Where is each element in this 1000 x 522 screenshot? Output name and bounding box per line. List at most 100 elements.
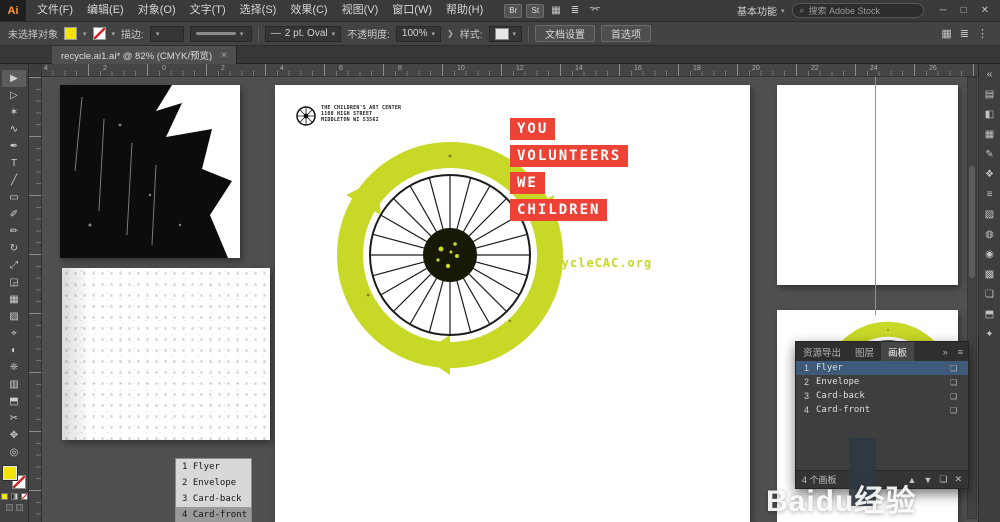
align-panel-icon[interactable]: ≣ <box>960 27 969 40</box>
vertical-ruler[interactable] <box>29 77 42 522</box>
color-guide-panel-icon[interactable]: ◧ <box>981 106 999 123</box>
libraries-panel-icon[interactable]: ✦ <box>981 326 999 343</box>
zoom-tool[interactable]: ◎ <box>2 444 26 461</box>
brush-definition-dropdown[interactable]: ▾ <box>190 26 252 42</box>
transparency-panel-icon[interactable]: ◍ <box>981 226 999 243</box>
eyedropper-tool[interactable]: ⌖ <box>2 325 26 342</box>
symbol-sprayer-tool[interactable]: ❈ <box>2 359 26 376</box>
delete-artboard-icon[interactable]: ✕ <box>954 474 962 485</box>
control-panel-menu-icon[interactable]: ⋮ <box>977 27 988 40</box>
gradient-tool[interactable]: ▨ <box>2 308 26 325</box>
slice-tool[interactable]: ✂ <box>2 410 26 427</box>
grunge-artwork[interactable] <box>60 85 240 258</box>
artboard-option-card-back[interactable]: 3 Card-back <box>176 491 251 507</box>
horizontal-ruler[interactable]: 42 02 46 810 1214 1618 2022 2426 <box>29 64 978 77</box>
label-volunteers[interactable]: VOLUNTEERS <box>510 145 628 167</box>
artboard-row-envelope[interactable]: 2 Envelope ❏ <box>796 375 968 389</box>
move-down-icon[interactable]: ▼ <box>923 475 932 485</box>
rectangle-tool[interactable]: ▭ <box>2 189 26 206</box>
artboard-flyer[interactable]: THE CHILDREN'S ART CENTER 1108 HIGH STRE… <box>275 85 750 522</box>
preferences-button[interactable]: 首选项 <box>601 25 651 42</box>
magic-wand-tool[interactable]: ✶ <box>2 104 26 121</box>
artboard-card-front[interactable] <box>777 85 958 285</box>
fill-dropdown-icon[interactable]: ▾ <box>83 30 87 38</box>
layers-panel-icon[interactable]: ❏ <box>981 286 999 303</box>
menu-select[interactable]: 选择(S) <box>233 0 284 21</box>
bridge-button[interactable]: Br <box>504 4 522 18</box>
pencil-tool[interactable]: ✏ <box>2 223 26 240</box>
tab-close-icon[interactable]: × <box>221 50 227 61</box>
artboards-panel-icon[interactable]: ⬒ <box>981 306 999 323</box>
color-panel-icon[interactable]: ▤ <box>981 86 999 103</box>
menu-help[interactable]: 帮助(H) <box>439 0 490 21</box>
draw-mode-button[interactable] <box>6 504 13 511</box>
selection-tool[interactable]: ▶ <box>2 70 26 87</box>
tab-layers[interactable]: 图层 <box>848 342 881 361</box>
label-you[interactable]: YOU <box>510 118 555 140</box>
menu-view[interactable]: 视图(V) <box>335 0 386 21</box>
share-icon[interactable]: ⌤ <box>586 5 604 16</box>
scrollbar-thumb[interactable] <box>969 166 975 278</box>
menu-edit[interactable]: 编辑(E) <box>80 0 131 21</box>
artboard-icon[interactable]: ❏ <box>950 406 968 415</box>
screen-mode-button[interactable] <box>16 504 23 511</box>
line-segment-tool[interactable]: ╱ <box>2 172 26 189</box>
artboard-row-card-back[interactable]: 3 Card-back ❏ <box>796 389 968 403</box>
toolbar-fill-swatch[interactable] <box>3 466 17 480</box>
lasso-tool[interactable]: ∿ <box>2 121 26 138</box>
panel-collapse-icon[interactable]: » <box>938 342 953 361</box>
artboard-tool[interactable]: ⬒ <box>2 393 26 410</box>
gradient-mode-button[interactable] <box>11 493 18 500</box>
tab-artboards[interactable]: 画板 <box>881 342 914 361</box>
variable-width-profile-dropdown[interactable]: — 2 pt. Oval ▾ <box>265 26 341 42</box>
artboard-icon[interactable]: ❏ <box>950 364 968 373</box>
menu-object[interactable]: 对象(O) <box>131 0 183 21</box>
ruler-corner[interactable] <box>29 64 42 77</box>
arrange-documents-icon[interactable]: ▦ <box>548 5 563 16</box>
artboard-card-back[interactable] <box>60 85 240 258</box>
restore-button[interactable]: □ <box>954 0 974 21</box>
document-tab[interactable]: recycle.ai1.ai* @ 82% (CMYK/预览) × <box>52 46 237 64</box>
panel-menu-icon[interactable]: ≡ <box>953 342 968 361</box>
workspace-switcher[interactable]: 基本功能 ▾ <box>737 3 785 18</box>
opacity-panel-chevron[interactable]: ❯ <box>447 29 454 38</box>
menu-type[interactable]: 文字(T) <box>183 0 233 21</box>
appearance-panel-icon[interactable]: ◉ <box>981 246 999 263</box>
artboard-row-flyer[interactable]: 1 Flyer ❏ <box>796 361 968 375</box>
hand-tool[interactable]: ✥ <box>2 427 26 444</box>
adobe-stock-search-input[interactable]: ⌕ 搜索 Adobe Stock <box>792 3 924 18</box>
menu-file[interactable]: 文件(F) <box>30 0 80 21</box>
minimize-button[interactable]: ─ <box>932 0 953 21</box>
blend-tool[interactable]: ◐ <box>2 342 26 359</box>
stroke-color-swatch[interactable] <box>93 27 106 40</box>
symbols-panel-icon[interactable]: ❖ <box>981 166 999 183</box>
direct-selection-tool[interactable]: ▷ <box>2 87 26 104</box>
stepper-dropdown-icon[interactable]: ▾ <box>156 30 160 38</box>
artboard-option-flyer[interactable]: 1 Flyer <box>176 459 251 475</box>
label-we[interactable]: WE <box>510 172 545 194</box>
fill-color-swatch[interactable] <box>64 27 77 40</box>
center-logo[interactable]: THE CHILDREN'S ART CENTER 1108 HIGH STRE… <box>295 105 401 127</box>
graphic-style-dropdown[interactable]: ▾ <box>489 26 523 42</box>
artboard-row-card-front[interactable]: 4 Card-front ❏ <box>796 403 968 417</box>
new-artboard-icon[interactable]: ❏ <box>939 474 947 485</box>
tab-asset-export[interactable]: 资源导出 <box>796 342 848 361</box>
shape-builder-tool[interactable]: ◲ <box>2 274 26 291</box>
stroke-dropdown-icon[interactable]: ▾ <box>112 30 116 38</box>
scale-tool[interactable]: ⤢ <box>2 257 26 274</box>
label-children[interactable]: CHILDREN <box>510 199 607 221</box>
artboard-icon[interactable]: ❏ <box>950 392 968 401</box>
artboard-envelope[interactable] <box>62 268 270 440</box>
menu-effect[interactable]: 效果(C) <box>283 0 334 21</box>
column-graph-tool[interactable]: ▥ <box>2 376 26 393</box>
pen-tool[interactable]: ✒ <box>2 138 26 155</box>
rotate-tool[interactable]: ↻ <box>2 240 26 257</box>
artboard-option-card-front[interactable]: 4 Card-front <box>176 507 251 522</box>
stock-button[interactable]: St <box>526 4 544 18</box>
color-mode-button[interactable] <box>1 493 8 500</box>
artboard-icon[interactable]: ❏ <box>950 378 968 387</box>
artboard-option-envelope[interactable]: 2 Envelope <box>176 475 251 491</box>
swatches-panel-icon[interactable]: ▦ <box>981 126 999 143</box>
graphic-styles-panel-icon[interactable]: ▩ <box>981 266 999 283</box>
close-button[interactable]: ✕ <box>974 0 996 21</box>
